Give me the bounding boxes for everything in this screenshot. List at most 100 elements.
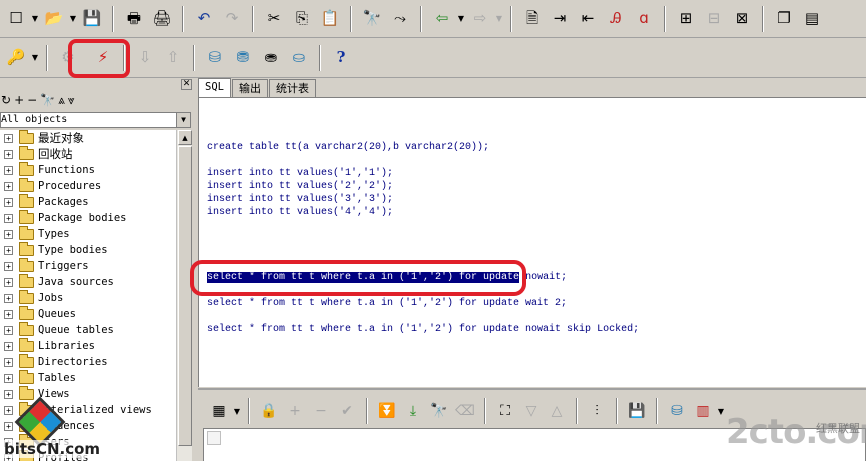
tree-item[interactable]: + 回收站 [0,145,176,162]
print-icon[interactable]: 🖶 [121,4,147,34]
insert-record-icon[interactable]: + [283,399,307,423]
expand-icon[interactable]: + [4,309,13,319]
add-icon[interactable]: + [14,93,24,107]
tree-item[interactable]: + Package bodies [0,209,176,226]
expand-icon[interactable]: + [4,341,13,351]
back-dropdown-icon[interactable]: ▼ [456,4,466,34]
object-filter-select[interactable]: All objects ▼ [0,112,191,128]
tree-item[interactable]: + Directories [0,353,176,370]
forward-dropdown-icon[interactable]: ▼ [494,4,504,34]
unindent-icon[interactable]: ⇤ [575,4,601,34]
expand-icon[interactable]: + [4,181,13,191]
tab-statistics[interactable]: 统计表 [268,79,316,97]
tree-item[interactable]: + Java sources [0,273,176,290]
print-preview-icon[interactable]: 🖨 [149,4,175,34]
find-icon[interactable]: 🔭 [359,4,385,34]
sql-editor[interactable]: create table tt(a varchar2(20),b varchar… [198,97,866,387]
expand-icon[interactable]: + [4,165,13,175]
tree-item[interactable]: + Types [0,225,176,242]
tree-item[interactable]: + Functions [0,161,176,178]
tree-item[interactable]: + Libraries [0,337,176,354]
back-icon[interactable]: ⇦ [429,4,455,34]
filter-icon[interactable]: ⩓ [58,93,65,108]
tree-scrollbar[interactable]: ▲ [176,130,192,461]
indent-icon[interactable]: ⇥ [547,4,573,34]
tree-item[interactable]: + 最近对象 [0,130,176,146]
expand-icon[interactable]: + [4,149,13,159]
key-icon[interactable]: 🔑 [3,43,29,73]
toggle-icon[interactable]: ⊠ [729,4,755,34]
tree-item[interactable]: + Procedures [0,177,176,194]
uppercase-icon[interactable]: Ꭿ [603,4,629,34]
expand-icon[interactable]: + [4,213,13,223]
close-icon[interactable]: ✕ [181,79,192,90]
tab-output[interactable]: 输出 [231,79,268,97]
new-dropdown-icon[interactable]: ▼ [30,4,40,34]
query-by-example-icon[interactable]: ⛶ [493,399,517,423]
filter-edit-icon[interactable]: ⩔ [68,93,75,108]
expand-icon[interactable]: + [4,261,13,271]
find-next-icon[interactable]: ⤳ [387,4,413,34]
tree-item[interactable]: + Queue tables [0,321,176,338]
export-icon[interactable]: ⛁ [665,399,689,423]
tree-view-icon[interactable]: ⫶ [585,399,609,423]
new-icon[interactable]: ☐ [3,4,29,34]
save-icon[interactable]: 💾 [79,4,105,34]
chevron-down-icon[interactable]: ▼ [176,113,190,127]
chart-icon[interactable]: ▥ [691,399,715,423]
tree-item[interactable]: + Packages [0,193,176,210]
grid-dropdown-icon[interactable]: ▼ [232,396,242,426]
find-icon[interactable]: 🔭 [40,93,55,107]
lock-icon[interactable]: 🔒 [257,399,281,423]
uncomment-icon[interactable]: ⊟ [701,4,727,34]
grid-corner-cell[interactable] [207,431,221,445]
tree-item[interactable]: + Queues [0,305,176,322]
tab-sql[interactable]: SQL [198,78,231,97]
refresh-icon[interactable]: ↻ [1,93,11,107]
find-icon[interactable]: 🔭 [427,399,451,423]
expand-icon[interactable]: + [4,245,13,255]
open-dropdown-icon[interactable]: ▼ [68,4,78,34]
redo-icon[interactable]: ↷ [219,4,245,34]
expand-icon[interactable]: + [4,293,13,303]
rollback-icon[interactable]: ⇧ [160,43,186,73]
expand-icon[interactable]: + [4,277,13,287]
remove-icon[interactable]: − [27,93,37,107]
sql-window-icon[interactable]: ⛃ [230,43,256,73]
commit-icon[interactable]: ⇩ [132,43,158,73]
last-page-icon[interactable]: ⤓ [401,399,425,423]
open-icon[interactable]: 📂 [41,4,67,34]
tree-item[interactable]: + Triggers [0,257,176,274]
key-dropdown-icon[interactable]: ▼ [30,43,40,73]
scroll-thumb[interactable] [178,146,192,446]
tree-item[interactable]: + Type bodies [0,241,176,258]
lowercase-icon[interactable]: ɑ [631,4,657,34]
tree-item[interactable]: + Jobs [0,289,176,306]
expand-icon[interactable]: + [4,373,13,383]
tree-item[interactable]: + Views [0,385,176,402]
expand-icon[interactable]: + [4,389,13,399]
copy-icon[interactable]: ⎘ [289,4,315,34]
expand-icon[interactable]: + [4,325,13,335]
scroll-up-icon[interactable]: ▲ [178,130,192,145]
paste-icon[interactable]: 📋 [317,4,343,34]
undo-icon[interactable]: ↶ [191,4,217,34]
clear-icon[interactable]: ⌫ [453,399,477,423]
grid-icon[interactable]: ▦ [207,399,231,423]
delete-record-icon[interactable]: − [309,399,333,423]
execute-script-icon[interactable]: 🗎 [519,4,545,34]
expand-icon[interactable]: + [4,357,13,367]
expand-icon[interactable]: + [4,197,13,207]
chart-dropdown-icon[interactable]: ▼ [716,396,726,426]
window-list-icon[interactable]: ❐ [771,4,797,34]
expand-icon[interactable]: + [4,133,13,143]
next-page-icon[interactable]: ⏬ [375,399,399,423]
save-icon[interactable]: 💾 [625,399,649,423]
forward-icon[interactable]: ⇨ [467,4,493,34]
command-window-icon[interactable]: ⛂ [258,43,284,73]
cut-icon[interactable]: ✂ [261,4,287,34]
tree-item[interactable]: + Tables [0,369,176,386]
comment-icon[interactable]: ⊞ [673,4,699,34]
lightning-icon[interactable]: ⚡ [90,43,116,73]
next-icon[interactable]: △ [545,399,569,423]
